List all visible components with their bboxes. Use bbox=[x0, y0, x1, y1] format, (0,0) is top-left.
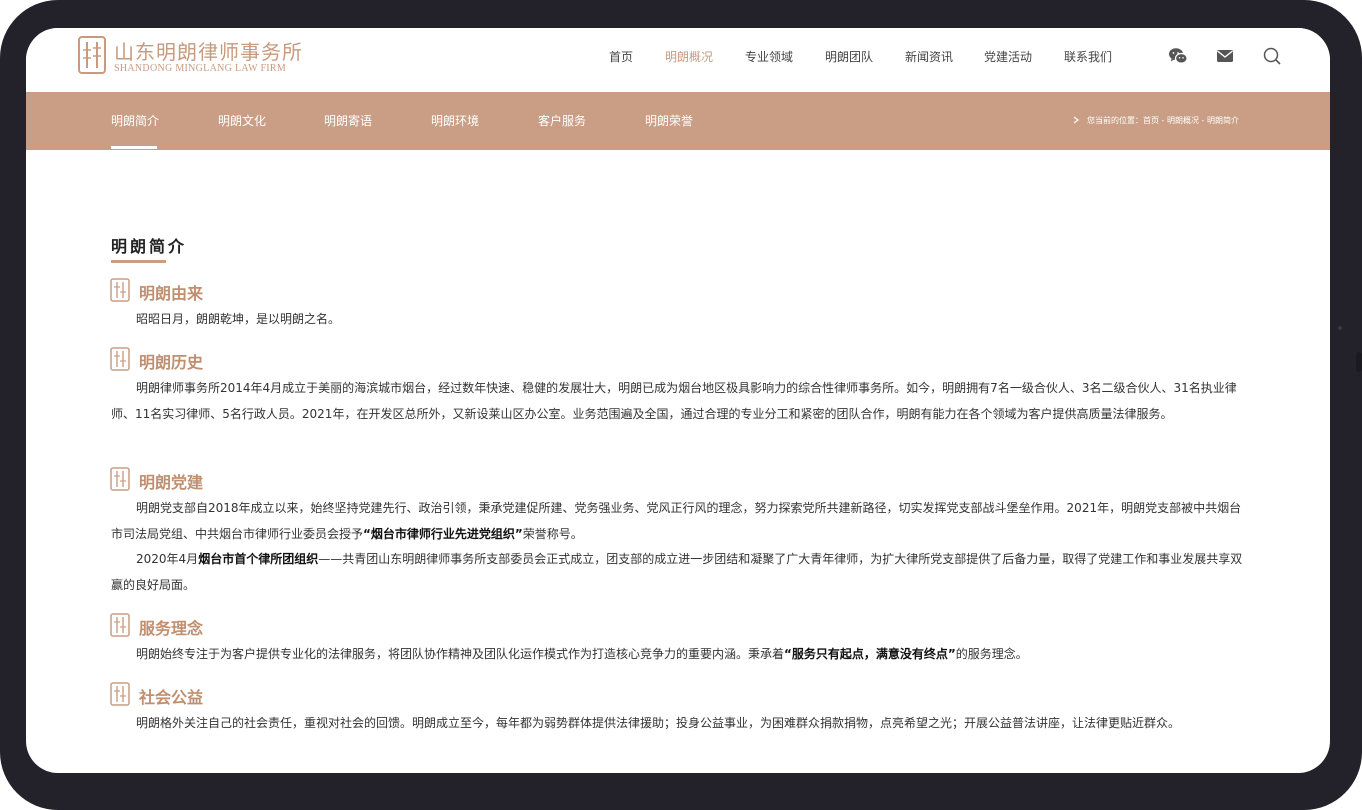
subnav-item-environment[interactable]: 明朗环境 bbox=[431, 112, 479, 129]
section-seal-icon bbox=[110, 682, 130, 706]
wechat-icon[interactable] bbox=[1168, 46, 1188, 66]
bold-service-motto: “服务只有起点，满意没有终点” bbox=[784, 647, 956, 661]
logo-seal-icon[interactable] bbox=[78, 36, 106, 74]
bold-honor-title: “烟台市律师行业先进党组织” bbox=[363, 526, 523, 541]
subnav-item-message[interactable]: 明朗寄语 bbox=[324, 112, 372, 129]
nav-item-contact[interactable]: 联系我们 bbox=[1064, 48, 1112, 65]
search-icon[interactable] bbox=[1262, 46, 1282, 66]
nav-item-news[interactable]: 新闻资讯 bbox=[905, 48, 953, 65]
section-seal-icon bbox=[110, 613, 130, 637]
section-seal-icon bbox=[110, 467, 130, 491]
subnav-item-honors[interactable]: 明朗荣誉 bbox=[645, 112, 693, 129]
paragraph-public-welfare: 明朗格外关注自己的社会责任，重视对社会的回馈。明朗成立至今，每年都为弱势群体提供… bbox=[136, 716, 1181, 730]
section-title-service-philosophy: 服务理念 bbox=[139, 619, 204, 638]
logo-name-en: SHANDONG MINGLANG LAW FIRM bbox=[114, 63, 287, 74]
nav-item-overview[interactable]: 明朗概况 bbox=[665, 48, 713, 65]
mail-icon[interactable] bbox=[1215, 46, 1235, 66]
section-title-origin: 明朗由来 bbox=[139, 284, 204, 303]
section-seal-icon bbox=[110, 347, 130, 371]
subnav-active-indicator bbox=[111, 146, 157, 149]
paragraph-service-philosophy: 明朗始终专注于为客户提供专业化的法律服务，将团队协作精神及团队化运作模式作为打造… bbox=[136, 647, 1028, 661]
page-title-underline bbox=[111, 260, 166, 263]
browser-screen: 山东明朗律师事务所 SHANDONG MINGLANG LAW FIRM 首页 … bbox=[26, 28, 1330, 773]
side-button bbox=[1356, 352, 1362, 372]
section-title-history: 明朗历史 bbox=[139, 353, 204, 372]
nav-item-team[interactable]: 明朗团队 bbox=[825, 48, 873, 65]
nav-item-home[interactable]: 首页 bbox=[609, 48, 633, 65]
paragraph-origin: 昭昭日月，朗朗乾坤，是以明朗之名。 bbox=[136, 312, 341, 326]
paragraph-party-building-1: 明朗党支部自2018年成立以来，始终坚持党建先行、政治引领，秉承党建促所建、党务… bbox=[111, 501, 1242, 541]
paragraph-history: 明朗律师事务所2014年4月成立于美丽的海滨城市烟台，经过数年快速、稳健的发展壮… bbox=[111, 381, 1237, 421]
nav-item-practice-areas[interactable]: 专业领域 bbox=[745, 48, 793, 65]
site-header: 山东明朗律师事务所 SHANDONG MINGLANG LAW FIRM 首页 … bbox=[26, 28, 1330, 92]
logo-name-cn[interactable]: 山东明朗律师事务所 bbox=[114, 36, 303, 65]
subnav-item-client-service[interactable]: 客户服务 bbox=[538, 112, 586, 129]
section-title-public-welfare: 社会公益 bbox=[139, 688, 204, 707]
subnav-bar: 明朗简介 明朗文化 明朗寄语 明朗环境 客户服务 明朗荣誉 您当前的位置：首页 … bbox=[26, 92, 1330, 150]
section-title-party-building: 明朗党建 bbox=[139, 473, 204, 492]
nav-item-party-activities[interactable]: 党建活动 bbox=[984, 48, 1032, 65]
bold-youth-league: 烟台市首个律所团组织 bbox=[198, 552, 319, 566]
subnav-item-culture[interactable]: 明朗文化 bbox=[218, 112, 266, 129]
section-seal-icon bbox=[110, 278, 130, 302]
subnav-item-intro[interactable]: 明朗简介 bbox=[111, 112, 159, 129]
breadcrumb[interactable]: 您当前的位置：首页 - 明朗概况 - 明朗简介 bbox=[1087, 115, 1239, 126]
page-title: 明朗简介 bbox=[111, 237, 188, 256]
chevron-right-icon bbox=[1073, 116, 1079, 124]
camera-dot bbox=[1338, 326, 1342, 330]
paragraph-party-building-2: 2020年4月烟台市首个律所团组织——共青团山东明朗律师事务所支部委员会正式成立… bbox=[111, 552, 1243, 592]
